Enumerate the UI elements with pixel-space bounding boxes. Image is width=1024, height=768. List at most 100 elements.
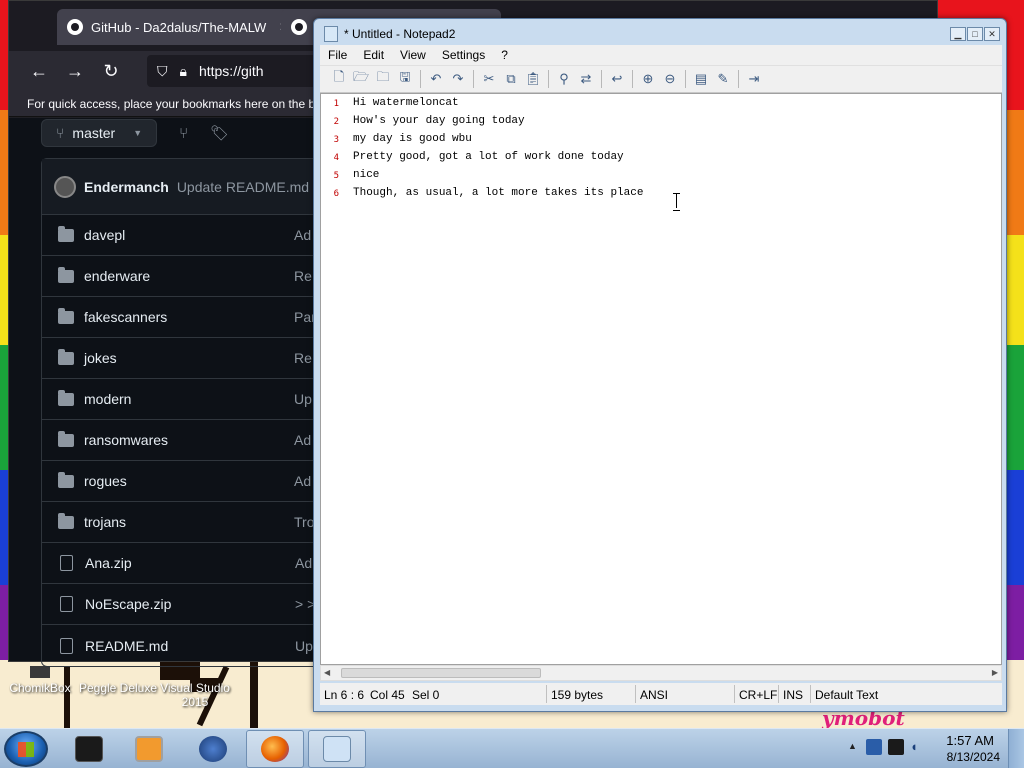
maximize-button[interactable]: □ [967,27,983,41]
file-commit-message[interactable]: Re [294,268,312,284]
peggle-icon [108,666,128,678]
save-icon[interactable]: 🖫︎ [394,69,416,89]
file-name[interactable]: enderware [84,268,294,284]
file-name[interactable]: fakescanners [84,309,294,325]
taskbar-app-notepad2[interactable] [308,730,366,768]
file-commit-message[interactable]: Re [294,350,312,366]
taskbar-app-globe[interactable] [184,730,242,768]
menu-settings[interactable]: Settings [434,48,493,62]
lock-icon[interactable]: 🔒︎ [180,63,187,80]
minimize-button[interactable]: ▁ [950,27,966,41]
status-selection: Sel 0 [412,688,440,702]
scroll-thumb[interactable] [341,668,541,678]
taskbar-app-media-player[interactable] [120,730,178,768]
file-commit-message[interactable]: Ad [294,432,311,448]
volume-icon[interactable]: ◖ [910,739,918,754]
zoom-in-icon[interactable]: ⊕ [637,69,659,89]
exit-icon[interactable]: ⇥ [743,69,765,89]
scheme-icon[interactable]: ▤ [690,69,712,89]
folder-icon [58,225,74,242]
replace-icon[interactable]: ⇄ [575,69,597,89]
browser-tab-github[interactable]: GitHub - Da2dalus/The-MALW ✕ [57,9,309,45]
tray-expand-icon[interactable]: ▲ [848,741,857,751]
line-number-gutter: 1 2 3 4 5 6 [321,94,347,664]
branch-row: ⑂ master ▼ ⑂ 🏷︎ [41,118,229,148]
tags-icon[interactable]: 🏷︎ [210,124,229,142]
text-editor[interactable]: 1 2 3 4 5 6 Hi watermeloncat How's your … [320,93,1002,665]
desktop-icon-peggle[interactable]: Peggle Deluxe [78,666,158,695]
file-name[interactable]: README.md [85,638,295,654]
file-name[interactable]: trojans [84,514,294,530]
network-icon[interactable] [888,739,904,755]
zoom-out-icon[interactable]: ⊖ [659,69,681,89]
file-commit-message[interactable]: Ad [294,473,311,489]
menu-help[interactable]: ? [493,48,516,62]
menu-view[interactable]: View [392,48,434,62]
paste-icon[interactable]: 📋︎ [522,69,544,89]
word-wrap-icon[interactable]: ↩ [606,69,628,89]
start-button[interactable] [4,731,48,767]
redo-icon[interactable]: ↷ [447,69,469,89]
status-insert-mode[interactable]: INS [783,688,803,702]
desktop-icon-visual-studio[interactable]: Visual Studio 2015 [155,666,235,709]
file-name[interactable]: Ana.zip [85,555,295,571]
commit-message[interactable]: Update README.md [177,179,309,195]
media-player-icon [135,736,163,762]
file-name[interactable]: ransomwares [84,432,294,448]
file-commit-message[interactable]: Up [295,638,313,654]
scroll-left-icon[interactable]: ◀ [324,668,330,677]
file-icon [60,596,73,612]
close-button[interactable]: ✕ [984,27,1000,41]
shield-icon[interactable]: ⛉ [157,63,168,80]
file-name[interactable]: modern [84,391,294,407]
horizontal-scrollbar[interactable]: ◀ ▶ [320,665,1002,681]
tray-app-icon[interactable] [866,739,882,755]
customize-schemes-icon[interactable]: ✎ [712,69,734,89]
desktop-icon-chomikbox[interactable]: ChomikBox [0,666,80,695]
back-icon[interactable]: ← [21,61,57,82]
taskbar: ▲ ◖ 1:57 AM 8/13/2024 [0,728,1024,768]
folder-icon [58,389,74,406]
file-name[interactable]: davepl [84,227,294,243]
open-folder-icon[interactable]: 🗁︎ [350,69,372,89]
clock-date[interactable]: 8/13/2024 [947,750,1000,764]
taskbar-app-terminal[interactable] [60,730,118,768]
file-commit-message[interactable]: Up [294,391,312,407]
file-commit-message[interactable]: Ad [294,227,311,243]
menu-edit[interactable]: Edit [355,48,392,62]
status-line-ending[interactable]: CR+LF [739,688,777,702]
file-name[interactable]: jokes [84,350,294,366]
file-commit-message[interactable]: Ad [295,555,312,571]
show-desktop-button[interactable] [1008,729,1024,768]
status-divider [778,685,779,703]
branch-selector-button[interactable]: ⑂ master ▼ [41,119,158,147]
commit-author[interactable]: Endermanch [84,179,169,195]
avatar[interactable] [54,175,76,198]
copy-icon[interactable]: ⧉ [500,69,522,89]
status-scheme[interactable]: Default Text [815,688,878,702]
forward-icon[interactable]: → [57,61,93,82]
firefox-icon [261,736,289,762]
undo-icon[interactable]: ↶ [425,69,447,89]
file-name[interactable]: NoEscape.zip [85,596,295,612]
taskbar-app-firefox[interactable] [246,730,304,768]
file-commit-message[interactable]: Tro [294,514,314,530]
github-icon [67,19,83,35]
file-name[interactable]: rogues [84,473,294,489]
desktop-icon-label: ChomikBox [9,681,71,695]
branches-icon[interactable]: ⑂ [179,125,188,142]
new-file-icon[interactable]: 🗋︎ [328,69,350,89]
browse-icon[interactable]: 🗀︎ [372,69,394,89]
text-line: Though, as usual, a lot more takes its p… [353,187,644,199]
status-file-size: 159 bytes [551,688,604,702]
line-number: 4 [333,153,339,163]
reload-icon[interactable]: ↻ [93,61,129,82]
status-encoding[interactable]: ANSI [640,688,668,702]
find-icon[interactable]: ⚲ [553,69,575,89]
menu-file[interactable]: File [320,48,355,62]
scroll-right-icon[interactable]: ▶ [992,668,998,677]
cut-icon[interactable]: ✂ [478,69,500,89]
status-divider [734,685,735,703]
toolbar-divider [738,70,739,88]
clock-time[interactable]: 1:57 AM [946,733,994,748]
